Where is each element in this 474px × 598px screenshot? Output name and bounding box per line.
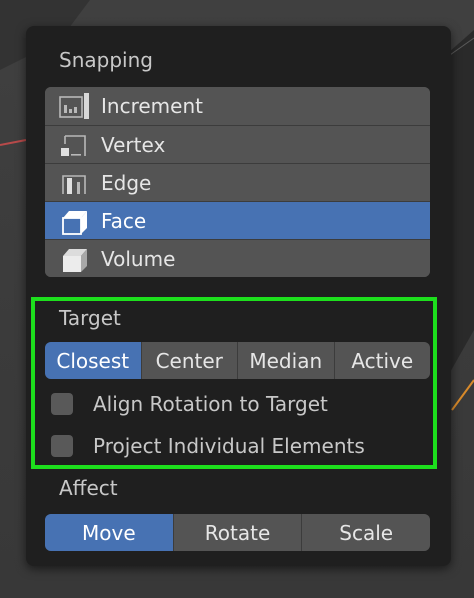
snap-item-label: Vertex (101, 132, 166, 157)
snap-element-list: Increment Vertex Edge Face Volume (45, 87, 430, 277)
snap-item-label: Volume (101, 246, 176, 271)
affect-option-rotate[interactable]: Rotate (172, 514, 302, 551)
affect-title: Affect (59, 476, 118, 500)
affect-selector: Move Rotate Scale (45, 514, 430, 551)
vertex-snap-icon (61, 134, 86, 156)
edge-snap-icon (62, 174, 86, 194)
snap-item-label: Edge (101, 170, 152, 195)
snap-item-volume[interactable]: Volume (45, 239, 430, 277)
selection-edge-line (451, 379, 474, 411)
face-snap-icon (62, 210, 87, 235)
snap-item-vertex[interactable]: Vertex (45, 125, 430, 163)
snap-item-label: Increment (101, 93, 203, 118)
target-section-highlight (31, 297, 437, 469)
snapping-popover: Snapping Increment Vertex Edge Face Volu… (26, 26, 451, 566)
affect-option-move[interactable]: Move (45, 514, 173, 551)
increment-snap-icon (59, 92, 89, 119)
snap-item-label: Face (101, 208, 147, 233)
snap-item-face[interactable]: Face (45, 201, 430, 239)
affect-option-scale[interactable]: Scale (301, 514, 430, 551)
snapping-title: Snapping (59, 48, 153, 72)
x-axis-line (0, 139, 27, 146)
snap-item-edge[interactable]: Edge (45, 163, 430, 201)
snap-item-increment[interactable]: Increment (45, 87, 430, 124)
volume-snap-icon (63, 248, 87, 272)
